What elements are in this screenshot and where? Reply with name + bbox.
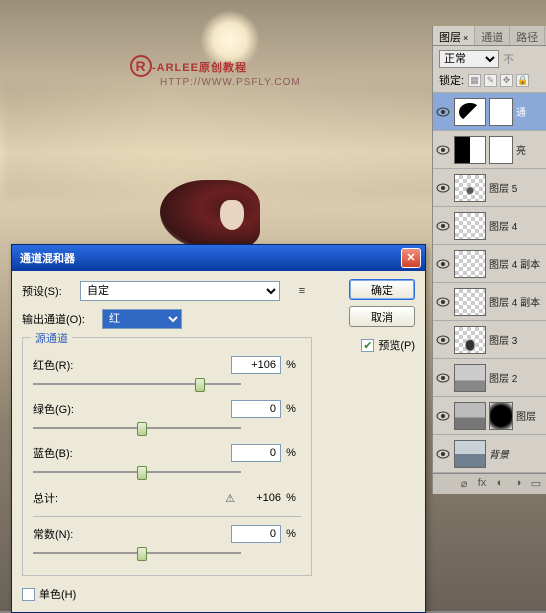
visibility-icon[interactable]: [435, 142, 451, 158]
warning-icon: ⚠: [93, 492, 241, 505]
lock-label: 锁定:: [439, 72, 464, 88]
layer-thumb: [454, 212, 486, 240]
layer-thumb: [454, 326, 486, 354]
layer-mask-thumb: [489, 402, 513, 430]
preview-checkbox[interactable]: ✔ 预览(P): [361, 337, 415, 353]
visibility-icon[interactable]: [435, 294, 451, 310]
red-slider[interactable]: [33, 376, 241, 392]
opacity-label: 不: [503, 51, 514, 67]
preview-label: 预览(P): [378, 337, 415, 353]
output-channel-label: 输出通道(O):: [22, 311, 96, 327]
green-label: 绿色(G):: [33, 401, 93, 417]
visibility-icon[interactable]: [435, 446, 451, 462]
watermark: R-ARLEE原创教程 HTTP://WWW.PSFLY.COM: [130, 55, 301, 88]
dialog-title: 通道混和器: [20, 250, 401, 266]
ok-button[interactable]: 确定: [349, 279, 415, 300]
layer-item[interactable]: 图层 4 副本: [433, 283, 546, 321]
lock-transparency-icon[interactable]: ▦: [468, 74, 481, 87]
layer-mask-thumb: [489, 98, 513, 126]
layer-thumb: [454, 174, 486, 202]
link-icon[interactable]: ⌀: [457, 477, 471, 491]
visibility-icon[interactable]: [435, 370, 451, 386]
panel-footer: ⌀ fx ◐ ◑ ▭: [433, 473, 546, 494]
layer-thumb: [454, 250, 486, 278]
visibility-icon[interactable]: [435, 218, 451, 234]
figure: [170, 180, 260, 250]
fx-icon[interactable]: fx: [475, 477, 489, 491]
layers-panel: 图层× 通道 路径 正常 不 锁定: ▦ ✎ ✥ 🔒 通: [432, 26, 546, 494]
green-slider[interactable]: [33, 420, 241, 436]
layer-item[interactable]: 图层 4: [433, 207, 546, 245]
watermark-url: HTTP://WWW.PSFLY.COM: [160, 77, 301, 88]
visibility-icon[interactable]: [435, 332, 451, 348]
constant-slider[interactable]: [33, 545, 241, 561]
constant-input[interactable]: [231, 525, 281, 543]
visibility-icon[interactable]: [435, 256, 451, 272]
blue-slider[interactable]: [33, 464, 241, 480]
blend-mode-select[interactable]: 正常: [439, 50, 499, 68]
checkbox-checked-icon: ✔: [361, 339, 374, 352]
layer-item[interactable]: 图层: [433, 397, 546, 435]
red-label: 红色(R):: [33, 357, 93, 373]
preset-menu-icon[interactable]: ≡: [294, 283, 310, 299]
pct-label: %: [281, 359, 301, 371]
visibility-icon[interactable]: [435, 408, 451, 424]
figure-face: [220, 200, 244, 230]
checkbox-unchecked-icon: [22, 588, 35, 601]
watermark-r-icon: R: [130, 55, 152, 77]
adjustment-icon[interactable]: ◑: [511, 477, 525, 491]
layer-item[interactable]: 图层 2: [433, 359, 546, 397]
red-input[interactable]: [231, 356, 281, 374]
preset-label: 预设(S):: [22, 283, 74, 299]
lock-paint-icon[interactable]: ✎: [484, 74, 497, 87]
watermark-title: -ARLEE原创教程: [152, 62, 247, 74]
layer-thumb: [454, 364, 486, 392]
panel-tabs: 图层× 通道 路径: [433, 26, 546, 46]
channel-mixer-dialog: 通道混和器 ✕ 确定 取消 ✔ 预览(P) 预设(S): 自定 ≡ 输出通道(O…: [11, 244, 426, 613]
output-channel-select[interactable]: 红: [102, 309, 182, 329]
green-input[interactable]: [231, 400, 281, 418]
layer-thumb: [454, 288, 486, 316]
constant-label: 常数(N):: [33, 526, 93, 542]
folder-icon[interactable]: ▭: [529, 477, 543, 491]
total-value: +106: [241, 492, 281, 504]
monochrome-checkbox[interactable]: 单色(H): [22, 586, 415, 602]
close-icon[interactable]: ✕: [401, 248, 421, 268]
cancel-button[interactable]: 取消: [349, 306, 415, 327]
layer-mask-thumb: [489, 136, 513, 164]
layer-item[interactable]: 图层 5: [433, 169, 546, 207]
blue-label: 蓝色(B):: [33, 445, 93, 461]
tab-channels[interactable]: 通道: [475, 26, 510, 45]
layer-item[interactable]: 背景: [433, 435, 546, 473]
visibility-icon[interactable]: [435, 104, 451, 120]
layer-thumb: [454, 402, 486, 430]
visibility-icon[interactable]: [435, 180, 451, 196]
tab-layers[interactable]: 图层×: [433, 26, 475, 45]
layer-thumb: [454, 136, 486, 164]
layer-item[interactable]: 亮: [433, 131, 546, 169]
tab-paths[interactable]: 路径: [510, 26, 545, 45]
mask-icon[interactable]: ◐: [493, 477, 507, 491]
lock-position-icon[interactable]: ✥: [500, 74, 513, 87]
layer-item[interactable]: 通: [433, 93, 546, 131]
monochrome-label: 单色(H): [39, 586, 76, 602]
layer-thumb: [454, 98, 486, 126]
blue-input[interactable]: [231, 444, 281, 462]
preset-select[interactable]: 自定: [80, 281, 280, 301]
layer-thumb: [454, 440, 486, 468]
layers-list: 通 亮 图层 5 图层 4 图层 4 副本 图层 4 副本: [433, 93, 546, 473]
total-label: 总计:: [33, 490, 93, 506]
figure-hair: [160, 180, 260, 250]
dialog-titlebar[interactable]: 通道混和器 ✕: [12, 245, 425, 271]
lock-all-icon[interactable]: 🔒: [516, 74, 529, 87]
layer-item[interactable]: 图层 3: [433, 321, 546, 359]
source-channels-group-title: 源通道: [31, 330, 72, 346]
layer-item[interactable]: 图层 4 副本: [433, 245, 546, 283]
